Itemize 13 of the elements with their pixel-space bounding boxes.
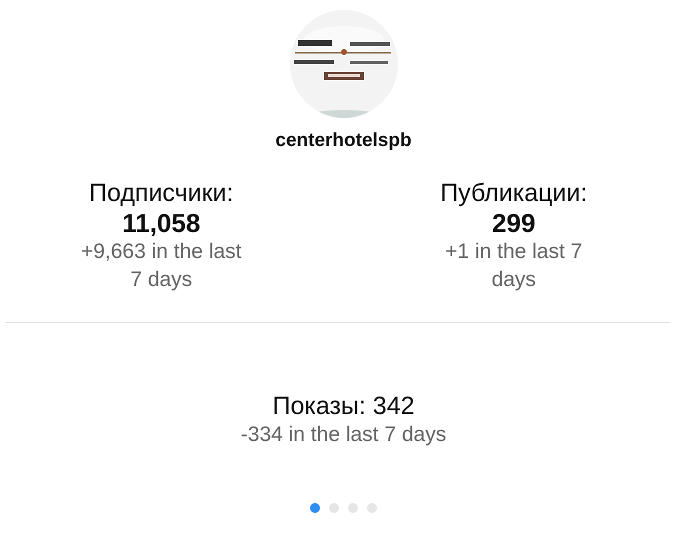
stat-label: Подписчики: [89,178,234,208]
username: centerhotelspb [275,130,412,152]
stat-label: Публикации: [440,178,588,208]
stat-value: 299 [492,208,536,238]
page-dot[interactable] [329,503,339,513]
impressions-label: Показы: 342 [272,391,415,421]
stat-change: +1 in the last 7 days [444,239,584,293]
page-dot[interactable] [310,503,320,513]
stat-change: +9,663 in the last 7 days [80,239,243,293]
page-dot[interactable] [348,503,358,513]
stat-value: 11,058 [122,208,200,238]
page-dot[interactable] [367,503,377,513]
impressions-change: -334 in the last 7 days [240,422,446,448]
